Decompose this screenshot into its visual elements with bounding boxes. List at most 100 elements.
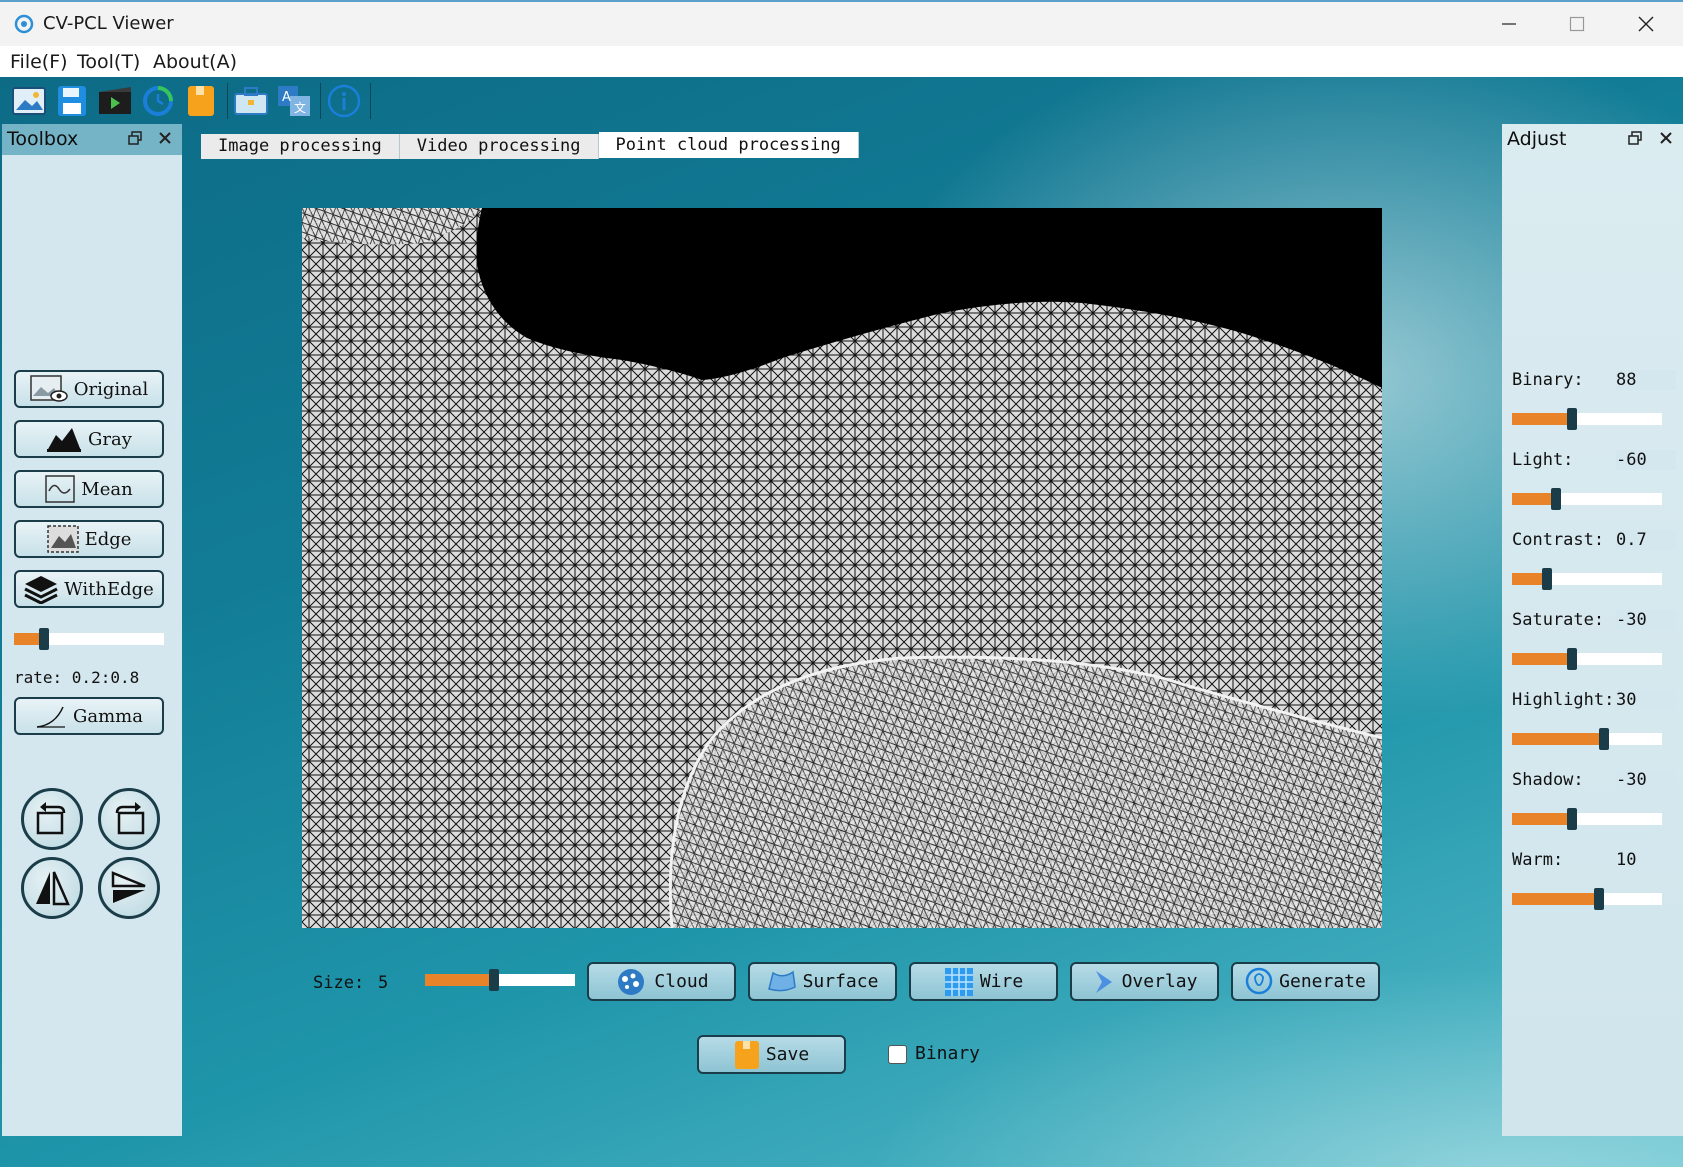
binary-checkbox[interactable] — [888, 1045, 907, 1064]
adjust-slider[interactable] — [1512, 808, 1662, 830]
menu-bar: File(F) Tool(T) About(A) — [0, 46, 1683, 77]
float-panel-icon[interactable] — [1628, 130, 1642, 149]
flip-vertical-button[interactable] — [98, 857, 160, 919]
open-image-icon[interactable] — [10, 82, 48, 120]
size-label: Size: — [313, 973, 365, 993]
save-button[interactable]: Save — [697, 1035, 846, 1074]
adjust-slider-thumb[interactable] — [1567, 808, 1577, 830]
save-icon[interactable] — [53, 82, 91, 120]
rotate-left-button[interactable] — [21, 788, 83, 850]
size-slider-thumb[interactable] — [489, 969, 499, 991]
rotate-right-icon — [115, 802, 145, 835]
adjust-slider-thumb[interactable] — [1594, 888, 1604, 910]
overlay-button-label: Overlay — [1121, 971, 1198, 992]
gamma-button-label: Gamma — [73, 705, 143, 727]
video-icon[interactable] — [96, 82, 134, 120]
mean-button[interactable]: Mean — [14, 470, 164, 508]
menu-about[interactable]: About(A) — [153, 51, 237, 73]
translate-icon[interactable]: A文 — [275, 82, 313, 120]
rotate-left-icon — [36, 802, 66, 835]
close-panel-icon[interactable] — [158, 130, 172, 149]
float-panel-icon[interactable] — [128, 130, 142, 149]
size-slider-fill — [425, 974, 494, 986]
adjust-panel: Adjust — [1502, 124, 1683, 1136]
maximize-button[interactable] — [1543, 2, 1611, 46]
cloud-icon — [618, 968, 645, 995]
adjust-label: Binary: — [1512, 370, 1584, 390]
tab-bar: Image processing Video processing Point … — [201, 132, 859, 159]
adjust-slider-thumb[interactable] — [1542, 568, 1552, 590]
tab-point-cloud-processing[interactable]: Point cloud processing — [598, 132, 859, 158]
adjust-slider-thumb[interactable] — [1599, 728, 1609, 750]
adjust-slider[interactable] — [1512, 568, 1662, 590]
bookmark-icon[interactable] — [182, 82, 220, 120]
svg-text:A: A — [282, 90, 291, 105]
adjust-slider[interactable] — [1512, 488, 1662, 510]
adjust-slider[interactable] — [1512, 408, 1662, 430]
withedge-button-label: WithEdge — [64, 578, 154, 600]
surface-button-label: Surface — [802, 971, 879, 992]
edge-button[interactable]: Edge — [14, 520, 164, 558]
wave-icon — [45, 475, 76, 503]
adjust-slider-thumb[interactable] — [1567, 648, 1577, 670]
gamma-button[interactable]: Gamma — [14, 697, 164, 735]
info-icon[interactable] — [325, 82, 363, 120]
adjust-slider-thumb[interactable] — [1567, 408, 1577, 430]
gray-button[interactable]: Gray — [14, 420, 164, 458]
adjust-label: Shadow: — [1512, 770, 1584, 790]
menu-file[interactable]: File(F) — [10, 51, 68, 73]
cloud-button[interactable]: Cloud — [587, 962, 736, 1001]
withedge-button[interactable]: WithEdge — [14, 570, 164, 608]
image-eye-icon — [30, 375, 68, 402]
rate-slider[interactable] — [14, 628, 164, 650]
adjust-slider[interactable] — [1512, 888, 1662, 910]
adjust-slider-thumb[interactable] — [1551, 488, 1561, 510]
adjust-value: -60 — [1616, 450, 1676, 470]
adjust-slider[interactable] — [1512, 648, 1662, 670]
size-slider[interactable] — [425, 969, 575, 991]
point-cloud-viewport[interactable] — [302, 208, 1382, 928]
wire-button[interactable]: Wire — [909, 962, 1058, 1001]
curve-icon — [36, 706, 65, 728]
toolbox-icon[interactable] — [232, 82, 270, 120]
wireframe-mesh — [302, 208, 1382, 928]
minimize-button[interactable] — [1475, 2, 1543, 46]
surface-button[interactable]: Surface — [748, 962, 897, 1001]
refresh-icon[interactable] — [139, 82, 177, 120]
menu-tool[interactable]: Tool(T) — [77, 51, 140, 73]
adjust-slider[interactable] — [1512, 728, 1662, 750]
mountain-icon — [47, 428, 82, 452]
adjust-title: Adjust — [1507, 128, 1567, 150]
app-icon — [14, 14, 34, 34]
toolbar: A文 — [10, 80, 375, 122]
original-button[interactable]: Original — [14, 370, 164, 408]
title-bar: CV-PCL Viewer — [0, 0, 1683, 46]
close-panel-icon[interactable] — [1659, 130, 1673, 149]
adjust-slider-fill — [1512, 653, 1572, 665]
generate-button[interactable]: Generate — [1231, 962, 1380, 1001]
tab-image-processing[interactable]: Image processing — [201, 134, 400, 159]
toolbar-separator — [320, 83, 321, 119]
save-button-label: Save — [765, 1044, 810, 1065]
flip-horizontal-button[interactable] — [21, 857, 83, 919]
adjust-label: Saturate: — [1512, 610, 1605, 630]
adjust-slider-fill — [1512, 493, 1556, 505]
toolbar-separator — [370, 83, 371, 119]
tab-video-processing[interactable]: Video processing — [399, 134, 599, 159]
generate-button-label: Generate — [1279, 971, 1366, 992]
flip-vertical-icon — [111, 871, 146, 903]
size-value: 5 — [378, 973, 389, 993]
edge-button-label: Edge — [84, 528, 132, 550]
cloud-button-label: Cloud — [654, 971, 709, 992]
rotate-right-button[interactable] — [98, 788, 160, 850]
adjust-slider-fill — [1512, 893, 1599, 905]
adjust-label: Contrast: — [1512, 530, 1605, 550]
edge-image-icon — [46, 525, 79, 553]
toolbox-title: Toolbox — [7, 128, 79, 150]
adjust-slider-fill — [1512, 413, 1572, 425]
rate-slider-thumb[interactable] — [39, 628, 49, 650]
close-window-button[interactable] — [1612, 2, 1680, 46]
overlay-button[interactable]: Overlay — [1070, 962, 1219, 1001]
rate-label: rate: 0.2:0.8 — [14, 668, 168, 687]
adjust-label: Warm: — [1512, 850, 1564, 870]
